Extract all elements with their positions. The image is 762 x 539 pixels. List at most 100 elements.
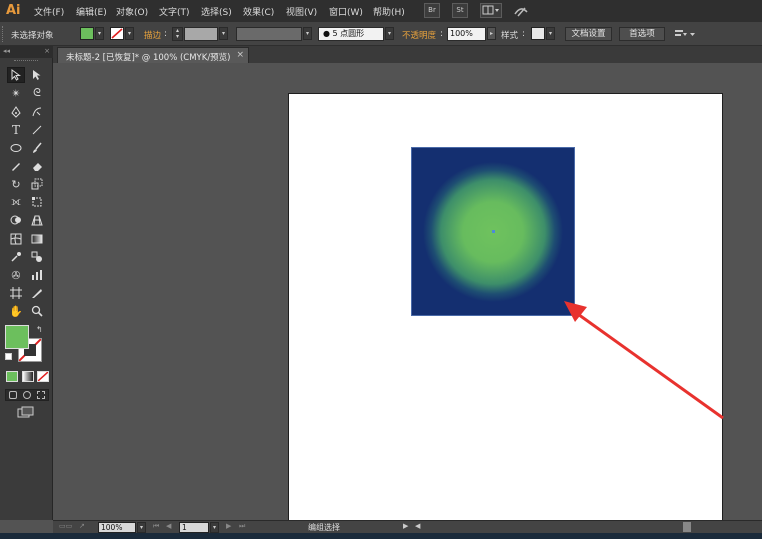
scroll-left-icon[interactable]: ◀ [415,522,420,530]
style-swatch[interactable] [531,27,545,40]
draw-behind-icon[interactable] [23,391,31,399]
opacity-label[interactable]: 不透明度 [402,29,436,41]
status-menu-icon[interactable]: ▶ [403,522,408,530]
curvature-icon[interactable] [28,104,46,120]
zoom-input[interactable]: 100% [98,522,136,533]
style-dropdown[interactable]: ▾ [546,27,555,40]
document-setup-button[interactable]: 文档设置 [565,27,612,41]
swap-fill-stroke-icon[interactable]: ↰ [36,325,43,334]
screen-mode-icon[interactable] [17,406,35,422]
magic-wand-icon[interactable]: ✴ [7,85,25,101]
close-icon[interactable]: × [236,50,244,60]
mesh-tool-icon[interactable] [7,231,25,247]
horizontal-scrollbar-thumb[interactable] [683,522,691,532]
control-bar: 未选择对象 ▾ ▾ 描边 : ▴ ▾ ▾ ▾ ● 5 点圆形 ▾ 不透明度 : 1… [0,22,762,46]
default-colors-icon[interactable] [5,353,12,360]
document-tab[interactable]: 未标题-2 [已恢复]* @ 100% (CMYK/预览) × [57,47,249,63]
artboard-tool-icon[interactable] [7,285,25,301]
first-artboard-icon[interactable]: ⏮ [153,522,159,531]
type-tool-icon[interactable]: T [7,122,25,138]
artboard-dropdown[interactable]: ▾ [210,522,219,533]
pencil-icon[interactable] [7,158,25,174]
hand-tool-icon[interactable]: ✋ [7,303,25,319]
stroke-weight-dropdown[interactable]: ▾ [219,27,228,40]
menu-type[interactable]: 文字(T) [159,5,190,18]
eyedropper-icon[interactable] [7,249,25,265]
blend-tool-icon[interactable] [28,249,46,265]
sync-icon[interactable] [513,4,529,21]
opacity-dropdown[interactable]: ▸ [487,27,496,40]
arrange-documents-button[interactable] [480,3,502,18]
menu-object[interactable]: 对象(O) [116,5,148,18]
pen-tool-icon[interactable] [7,104,25,120]
zoom-dropdown[interactable]: ▾ [137,522,146,533]
fill-dropdown[interactable]: ▾ [95,27,104,40]
selection-tool-icon[interactable] [7,67,25,83]
paintbrush-icon[interactable] [28,140,46,156]
shape-builder-icon[interactable] [7,212,25,228]
menu-view[interactable]: 视图(V) [286,5,317,18]
eraser-icon[interactable] [28,158,46,174]
none-mode-icon[interactable] [37,371,49,382]
status-icon[interactable]: ▭▭ [59,522,72,530]
menu-select[interactable]: 选择(S) [201,5,232,18]
menu-help[interactable]: 帮助(H) [373,5,405,18]
menu-window[interactable]: 窗口(W) [329,5,363,18]
preferences-button[interactable]: 首选项 [619,27,665,41]
lasso-icon[interactable]: ᘓ [28,85,46,101]
brush-label: 5 点圆形 [332,29,365,38]
variable-width-profile[interactable] [236,27,302,41]
direct-selection-icon[interactable] [28,67,46,83]
ellipse-tool-icon[interactable] [7,140,25,156]
brush-dropdown[interactable]: ▾ [385,27,394,40]
menu-edit[interactable]: 编辑(E) [76,5,107,18]
export-icon[interactable]: ↗ [79,522,85,530]
style-label: 样式 [501,31,519,41]
width-tool-icon[interactable]: ⟗ [7,194,25,210]
column-graph-icon[interactable] [28,267,46,283]
next-artboard-icon[interactable]: ▶ [226,522,231,530]
gradient-mode-icon[interactable] [22,371,34,382]
tools-panel: ◂◂ × ✴ ᘓ T ↻ ⟗ ✇ ✋ ↰ [0,46,53,520]
gradient-tool-icon[interactable] [28,231,46,247]
scale-tool-icon[interactable] [28,176,46,192]
perspective-grid-icon[interactable] [28,212,46,228]
stroke-dropdown[interactable]: ▾ [125,27,134,40]
menu-file[interactable]: 文件(F) [34,5,64,18]
control-bar-grip[interactable] [2,26,6,42]
tools-grip[interactable] [14,60,38,62]
brush-definition[interactable]: ● 5 点圆形 [318,27,384,41]
stroke-swatch[interactable] [110,27,124,40]
draw-normal-icon[interactable] [9,391,17,399]
menu-effect[interactable]: 效果(C) [243,5,274,18]
stroke-weight-field[interactable] [184,27,218,41]
zoom-tool-icon[interactable] [28,303,46,319]
app-logo: Ai [6,3,21,18]
stroke-weight-stepper[interactable]: ▴ ▾ [172,27,183,41]
center-point [492,230,495,233]
arrange-icon [482,5,499,15]
color-mode-icon[interactable] [6,371,18,382]
opacity-input[interactable]: 100% [447,27,486,41]
selection-status: 未选择对象 [11,31,54,41]
panel-menu-icon[interactable] [673,28,697,43]
previous-artboard-icon[interactable]: ◀ [166,522,171,530]
symbol-sprayer-icon[interactable]: ✇ [7,267,25,283]
document-tab-bar: 未标题-2 [已恢复]* @ 100% (CMYK/预览) × [53,46,762,63]
fill-swatch[interactable] [80,27,94,40]
line-segment-icon[interactable] [28,122,46,138]
draw-inside-icon[interactable] [37,391,45,399]
fill-color-box[interactable] [5,325,29,349]
stroke-label[interactable]: 描边 [144,29,161,41]
rotate-tool-icon[interactable]: ↻ [7,176,25,192]
status-text[interactable]: 编组选择 [308,522,340,533]
artboard-number-input[interactable]: 1 [179,522,209,533]
os-taskbar [0,533,762,539]
slice-tool-icon[interactable] [28,285,46,301]
stock-button[interactable]: St [452,3,468,18]
tools-panel-header[interactable]: ◂◂ × [0,46,53,58]
last-artboard-icon[interactable]: ⏭ [239,522,245,531]
bridge-button[interactable]: Br [424,3,440,18]
free-transform-icon[interactable] [28,194,46,210]
profile-dropdown[interactable]: ▾ [303,27,312,40]
